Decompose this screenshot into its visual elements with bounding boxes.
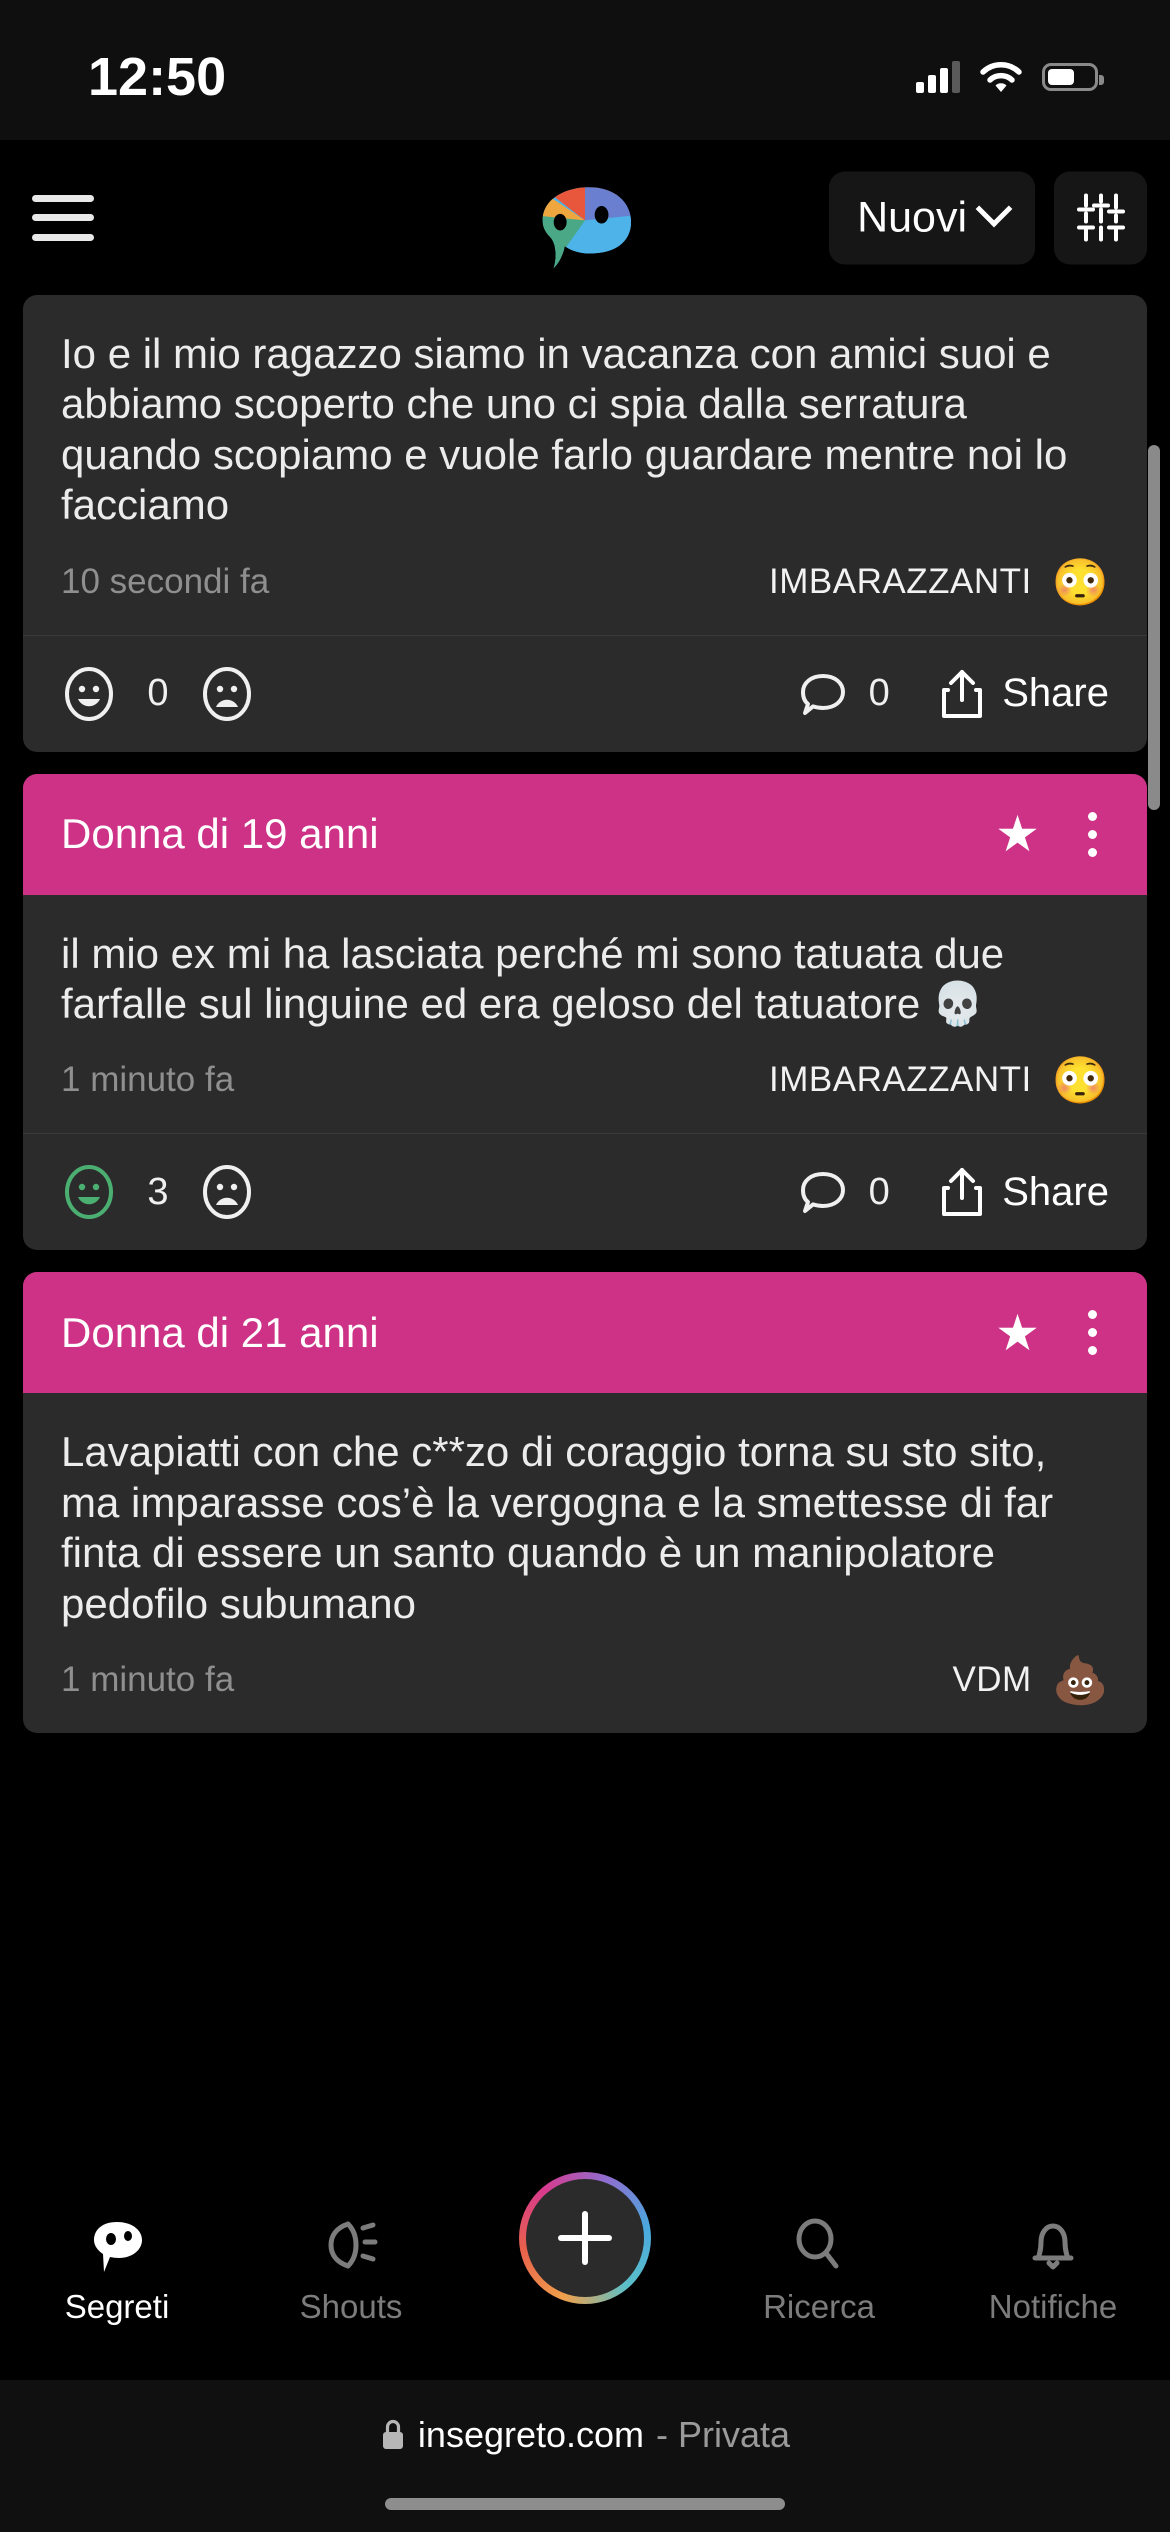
url-private-label: - Privata — [656, 2414, 791, 2455]
nav-label-notifiche: Notifiche — [988, 2288, 1118, 2325]
secrets-feed[interactable]: Io e il mio ragazzo siamo in vacanza con… — [0, 295, 1170, 2195]
secret-body: il mio ex mi ha lasciata perché mi sono … — [23, 895, 1147, 1038]
status-time: 12:50 — [88, 47, 227, 107]
home-indicator[interactable] — [385, 2498, 785, 2510]
more-options-icon[interactable] — [1076, 808, 1109, 861]
hamburger-menu-icon[interactable] — [32, 194, 94, 241]
comment-count: 0 — [868, 1170, 890, 1213]
url-display[interactable]: insegreto.com - Privata — [0, 2414, 1170, 2456]
sort-dropdown-button[interactable]: Nuovi — [829, 171, 1035, 264]
feed-scrollbar[interactable] — [1148, 445, 1160, 810]
secret-timestamp: 10 secondi fa — [61, 561, 270, 601]
secret-body: Io e il mio ragazzo siamo in vacanza con… — [23, 295, 1147, 539]
sort-label: Nuovi — [857, 193, 967, 241]
fab-inner — [526, 2179, 644, 2297]
secret-author: Donna di 19 anni — [61, 810, 379, 858]
nav-item-segreti[interactable]: Segreti — [17, 2214, 217, 2326]
secret-author: Donna di 21 anni — [61, 1308, 379, 1356]
status-bar: 12:50 — [0, 0, 1170, 140]
like-count: 3 — [147, 1170, 169, 1213]
phone-screen: 12:50 Nuovi Io e il mio ragazzo siamo in… — [0, 0, 1170, 2532]
sad-face-icon[interactable] — [199, 1164, 255, 1220]
secret-card: Donna di 19 anni ★ il mio ex mi ha lasci… — [23, 773, 1147, 1251]
app-header: Nuovi — [0, 140, 1170, 295]
share-label: Share — [1002, 671, 1109, 716]
nav-label-ricerca: Ricerca — [763, 2288, 875, 2325]
secret-card-header: Donna di 21 anni ★ — [23, 1272, 1147, 1394]
pile-of-poo-icon: 💩 — [1051, 1653, 1109, 1706]
status-indicators — [916, 61, 1104, 93]
secret-card: Io e il mio ragazzo siamo in vacanza con… — [23, 295, 1147, 752]
lock-icon — [382, 2419, 403, 2449]
secret-meta: 1 minuto fa IMBARAZZANTI 😳 — [23, 1037, 1147, 1133]
secret-meta: 1 minuto fa VDM 💩 — [23, 1637, 1147, 1733]
url-domain: insegreto.com — [417, 2414, 645, 2455]
star-icon[interactable]: ★ — [995, 1308, 1040, 1358]
secret-category: IMBARAZZANTI — [769, 1060, 1032, 1100]
secret-timestamp: 1 minuto fa — [61, 1659, 235, 1699]
secrets-speech-icon — [94, 2222, 142, 2272]
filter-button[interactable] — [1054, 171, 1147, 264]
secret-text: Io e il mio ragazzo siamo in vacanza con… — [61, 330, 1068, 529]
nav-label-shouts: Shouts — [299, 2288, 403, 2325]
secret-category: IMBARAZZANTI — [769, 561, 1032, 601]
star-icon[interactable]: ★ — [995, 809, 1040, 859]
sad-face-icon[interactable] — [199, 666, 255, 722]
safari-bottom-bar: insegreto.com - Privata — [0, 2380, 1170, 2532]
search-icon — [796, 2218, 839, 2269]
nav-item-notifiche[interactable]: Notifiche — [953, 2214, 1153, 2326]
wifi-icon — [980, 62, 1022, 92]
secret-category: VDM — [952, 1659, 1032, 1699]
share-button[interactable]: Share — [938, 1166, 1109, 1218]
battery-icon — [1042, 63, 1104, 91]
insegreto-parrot-logo — [529, 178, 641, 270]
smiley-face-icon[interactable] — [61, 1164, 117, 1220]
secret-body: Lavapiatti con che c**zo di coraggio tor… — [23, 1393, 1147, 1637]
secret-actions: 0 0 Share — [23, 634, 1147, 752]
secret-text: il mio ex mi ha lasciata perché mi sono … — [61, 929, 1005, 1027]
flushed-face-icon: 😳 — [1051, 555, 1109, 608]
shout-megaphone-icon — [328, 2221, 378, 2269]
nav-item-ricerca[interactable]: Ricerca — [719, 2214, 919, 2326]
secret-card-header: Donna di 19 anni ★ — [23, 773, 1147, 895]
nav-label-segreti: Segreti — [64, 2288, 170, 2325]
share-button[interactable]: Share — [938, 668, 1109, 720]
comment-button[interactable]: 0 — [798, 1167, 892, 1217]
like-count: 0 — [147, 672, 169, 715]
bell-icon — [1032, 2223, 1074, 2270]
sliders-filter-icon — [1076, 193, 1125, 242]
create-post-button[interactable] — [519, 2172, 651, 2304]
secret-actions: 3 0 Share — [23, 1133, 1147, 1250]
secret-card: Donna di 21 anni ★ Lavapiatti con che c*… — [23, 1272, 1147, 1733]
nav-item-shouts[interactable]: Shouts — [251, 2214, 451, 2326]
chevron-down-icon — [975, 190, 1013, 228]
secret-timestamp: 1 minuto fa — [61, 1060, 235, 1100]
secret-meta: 10 secondi fa IMBARAZZANTI 😳 — [23, 539, 1147, 635]
more-options-icon[interactable] — [1076, 1306, 1109, 1359]
share-arrow-icon — [942, 1168, 983, 1217]
comment-bubble-icon — [801, 1172, 846, 1214]
plus-icon — [558, 2211, 612, 2265]
share-label: Share — [1002, 1169, 1109, 1214]
flushed-face-icon: 😳 — [1051, 1054, 1109, 1107]
share-arrow-icon — [942, 669, 983, 718]
secret-text: Lavapiatti con che c**zo di coraggio tor… — [61, 1428, 1054, 1627]
comment-count: 0 — [868, 672, 890, 715]
comment-bubble-icon — [801, 673, 846, 715]
cellular-signal-icon — [916, 61, 960, 93]
comment-button[interactable]: 0 — [798, 669, 892, 719]
smiley-face-icon[interactable] — [61, 666, 117, 722]
